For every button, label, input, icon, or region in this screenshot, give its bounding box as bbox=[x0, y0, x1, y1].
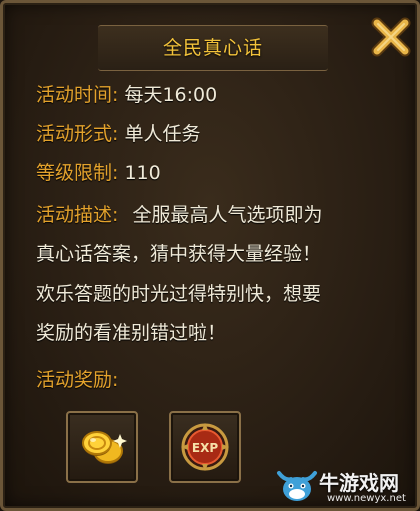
event-desc-line-2: 真心话答案，猜中获得大量经验！ bbox=[36, 243, 322, 265]
event-form-value: 单人任务 bbox=[124, 123, 201, 145]
close-x-icon bbox=[371, 17, 411, 57]
event-form-sep: : bbox=[112, 123, 119, 145]
level-limit-row: 等级限制: 110 bbox=[36, 161, 161, 185]
bull-logo-icon bbox=[277, 471, 317, 501]
event-form-label: 活动形式 bbox=[36, 123, 113, 145]
reward-slot-exp[interactable]: EXP bbox=[169, 411, 241, 483]
event-desc-row: 活动描述: 全服最高人气选项即为 bbox=[36, 203, 322, 227]
event-reward-label: 活动奖励 bbox=[36, 369, 113, 391]
event-reward-row: 活动奖励: bbox=[36, 368, 118, 392]
event-time-sep: : bbox=[112, 84, 119, 106]
event-desc-line-3: 欢乐答题的时光过得特别快，想要 bbox=[36, 283, 322, 305]
event-time-label: 活动时间 bbox=[36, 84, 113, 106]
close-button[interactable] bbox=[369, 15, 413, 59]
event-desc-label: 活动描述 bbox=[36, 204, 113, 226]
event-dialog: 全民真心话 活动时间: 每天16:00 活动形式: 单人任务 等级限制: 110… bbox=[0, 0, 420, 511]
event-desc-line-1: 全服最高人气选项即为 bbox=[132, 204, 323, 226]
exp-text: EXP bbox=[192, 441, 218, 455]
event-time-value: 每天16:00 bbox=[124, 84, 218, 106]
gold-coins-icon bbox=[82, 431, 127, 464]
watermark-text: 牛游戏网 bbox=[319, 471, 399, 495]
event-desc-sep: : bbox=[112, 204, 119, 226]
dialog-title: 全民真心话 bbox=[162, 37, 263, 59]
event-desc-line-4: 奖励的看准别错过啦！ bbox=[36, 322, 227, 344]
exp-orb-icon: EXP bbox=[181, 423, 229, 471]
event-time-row: 活动时间: 每天16:00 bbox=[36, 83, 217, 107]
reward-slot-gold[interactable] bbox=[66, 411, 138, 483]
event-reward-sep: : bbox=[112, 369, 119, 391]
level-limit-sep: : bbox=[112, 162, 119, 184]
event-form-row: 活动形式: 单人任务 bbox=[36, 122, 200, 146]
watermark-url: www.newyx.net bbox=[327, 493, 406, 504]
level-limit-label: 等级限制 bbox=[36, 162, 113, 184]
site-watermark: 牛游戏网 www.newyx.net bbox=[275, 463, 420, 511]
level-limit-value: 110 bbox=[124, 162, 161, 184]
